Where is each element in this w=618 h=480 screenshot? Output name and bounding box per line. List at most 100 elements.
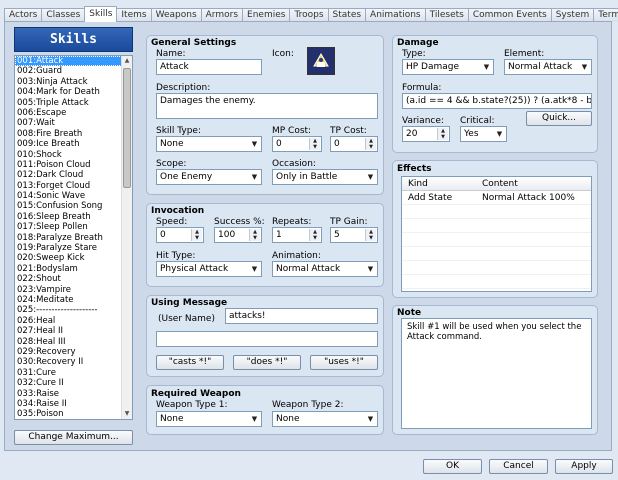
- list-item[interactable]: 021:Bodyslam: [15, 264, 132, 274]
- list-item[interactable]: 024:Meditate: [15, 295, 132, 305]
- cancel-button[interactable]: Cancel: [489, 459, 548, 474]
- list-item[interactable]: 019:Paralyze Stare: [15, 243, 132, 253]
- spin-arrows-icon[interactable]: ▲ ▼: [437, 128, 448, 140]
- list-item[interactable]: 007:Wait: [15, 118, 132, 128]
- list-item[interactable]: 001:Attack: [15, 56, 132, 67]
- note-field[interactable]: Skill #1 will be used when you select th…: [401, 318, 592, 429]
- weapon-type2-select[interactable]: None ▼: [272, 411, 378, 427]
- element-select[interactable]: Normal Attack ▼: [504, 59, 592, 75]
- table-row[interactable]: [402, 261, 591, 275]
- list-item[interactable]: 016:Sleep Breath: [15, 212, 132, 222]
- list-item[interactable]: 034:Raise II: [15, 399, 132, 409]
- list-item[interactable]: 028:Heal III: [15, 337, 132, 347]
- list-item[interactable]: 012:Dark Cloud: [15, 170, 132, 180]
- apply-button[interactable]: Apply: [555, 459, 613, 474]
- tab-troops[interactable]: Troops: [289, 8, 329, 22]
- effects-table[interactable]: Kind Content Add State Normal Attack 100…: [401, 176, 592, 292]
- tab-terms[interactable]: Terms: [593, 8, 618, 22]
- tab-classes[interactable]: Classes: [41, 8, 86, 22]
- skill-icon-picker[interactable]: [307, 47, 335, 75]
- scope-select[interactable]: One Enemy ▼: [156, 169, 262, 185]
- list-item[interactable]: 020:Sweep Kick: [15, 253, 132, 263]
- tab-tilesets[interactable]: Tilesets: [424, 8, 469, 22]
- animation-select[interactable]: Normal Attack ▼: [272, 261, 378, 277]
- weapon-type1-select[interactable]: None ▼: [156, 411, 262, 427]
- hit-type-select[interactable]: Physical Attack ▼: [156, 261, 262, 277]
- change-maximum-button[interactable]: Change Maximum...: [14, 430, 133, 445]
- table-row[interactable]: [402, 205, 591, 219]
- message-line1-field[interactable]: attacks!: [225, 308, 378, 324]
- tab-armors[interactable]: Armors: [200, 8, 244, 22]
- mp-cost-stepper[interactable]: 0 ▲ ▼: [272, 136, 322, 152]
- list-item[interactable]: 031:Cure: [15, 368, 132, 378]
- name-field[interactable]: Attack: [156, 59, 262, 75]
- tab-system[interactable]: System: [550, 8, 595, 22]
- list-item[interactable]: 009:Ice Breath: [15, 139, 132, 149]
- list-item[interactable]: 030:Recovery II: [15, 357, 132, 367]
- speed-stepper[interactable]: 0 ▲ ▼: [156, 227, 204, 243]
- skills-list-scrollbar[interactable]: ▲ ▼: [121, 56, 132, 419]
- tab-items[interactable]: Items: [116, 8, 152, 22]
- success-stepper[interactable]: 100 ▲ ▼: [214, 227, 262, 243]
- tab-enemies[interactable]: Enemies: [242, 8, 291, 22]
- list-item[interactable]: 018:Paralyze Breath: [15, 233, 132, 243]
- list-item[interactable]: 010:Shock: [15, 150, 132, 160]
- list-item[interactable]: 011:Poison Cloud: [15, 160, 132, 170]
- tab-actors[interactable]: Actors: [4, 8, 43, 22]
- scroll-down-arrow-icon[interactable]: ▼: [122, 409, 132, 419]
- tab-animations[interactable]: Animations: [365, 8, 426, 22]
- list-item[interactable]: 014:Sonic Wave: [15, 191, 132, 201]
- list-item[interactable]: 008:Fire Breath: [15, 129, 132, 139]
- skills-list[interactable]: 001:Attack 002:Guard 003:Ninja Attack 004:M…: [14, 55, 133, 420]
- list-item[interactable]: 027:Heal II: [15, 326, 132, 336]
- list-item[interactable]: 029:Recovery: [15, 347, 132, 357]
- occasion-select[interactable]: Only in Battle ▼: [272, 169, 378, 185]
- tab-skills[interactable]: Skills: [84, 6, 118, 22]
- scroll-up-arrow-icon[interactable]: ▲: [122, 56, 132, 66]
- damage-type-select[interactable]: HP Damage ▼: [402, 59, 494, 75]
- list-item[interactable]: 006:Escape: [15, 108, 132, 118]
- list-item[interactable]: 005:Triple Attack: [15, 98, 132, 108]
- list-item[interactable]: 022:Shout: [15, 274, 132, 284]
- ok-button[interactable]: OK: [423, 459, 482, 474]
- tab-weapons[interactable]: Weapons: [150, 8, 202, 22]
- list-item[interactable]: 033:Raise: [15, 389, 132, 399]
- casts-button[interactable]: "casts *!": [156, 355, 224, 370]
- table-row[interactable]: [402, 233, 591, 247]
- table-row[interactable]: [402, 247, 591, 261]
- list-item[interactable]: 013:Forget Cloud: [15, 181, 132, 191]
- spin-arrows-icon[interactable]: ▲ ▼: [309, 229, 320, 241]
- tp-gain-stepper[interactable]: 5 ▲ ▼: [330, 227, 378, 243]
- spin-arrows-icon[interactable]: ▲ ▼: [365, 138, 376, 150]
- table-row[interactable]: [402, 275, 591, 289]
- spin-arrows-icon[interactable]: ▲ ▼: [249, 229, 260, 241]
- spin-arrows-icon[interactable]: ▲ ▼: [365, 229, 376, 241]
- does-button[interactable]: "does *!": [233, 355, 301, 370]
- list-item[interactable]: 035:Poison: [15, 409, 132, 419]
- quick-button[interactable]: Quick...: [526, 111, 592, 126]
- list-item[interactable]: 004:Mark for Death: [15, 87, 132, 97]
- table-row[interactable]: [402, 219, 591, 233]
- skill-type-select[interactable]: None ▼: [156, 136, 262, 152]
- repeats-stepper[interactable]: 1 ▲ ▼: [272, 227, 322, 243]
- list-item[interactable]: 015:Confusion Song: [15, 201, 132, 211]
- tp-cost-stepper[interactable]: 0 ▲ ▼: [330, 136, 378, 152]
- list-item[interactable]: 032:Cure II: [15, 378, 132, 388]
- list-item[interactable]: 025:--------------------: [15, 305, 132, 315]
- scroll-thumb[interactable]: [123, 68, 131, 188]
- tab-states[interactable]: States: [327, 8, 367, 22]
- list-item[interactable]: 023:Vampire: [15, 285, 132, 295]
- spin-arrows-icon[interactable]: ▲ ▼: [191, 229, 202, 241]
- spin-arrows-icon[interactable]: ▲ ▼: [309, 138, 320, 150]
- description-field[interactable]: Damages the enemy.: [156, 93, 378, 119]
- list-item[interactable]: 026:Heal: [15, 316, 132, 326]
- variance-stepper[interactable]: 20 ▲ ▼: [402, 126, 450, 142]
- list-item[interactable]: 003:Ninja Attack: [15, 77, 132, 87]
- tab-common-events[interactable]: Common Events: [467, 8, 552, 22]
- formula-field[interactable]: (a.id == 4 && b.state?(25)) ? (a.atk*8 -…: [402, 93, 592, 109]
- table-row[interactable]: Add State Normal Attack 100%: [402, 191, 591, 205]
- critical-select[interactable]: Yes ▼: [460, 126, 507, 142]
- message-line2-field[interactable]: [156, 331, 378, 347]
- list-item[interactable]: 017:Sleep Pollen: [15, 222, 132, 232]
- uses-button[interactable]: "uses *!": [310, 355, 378, 370]
